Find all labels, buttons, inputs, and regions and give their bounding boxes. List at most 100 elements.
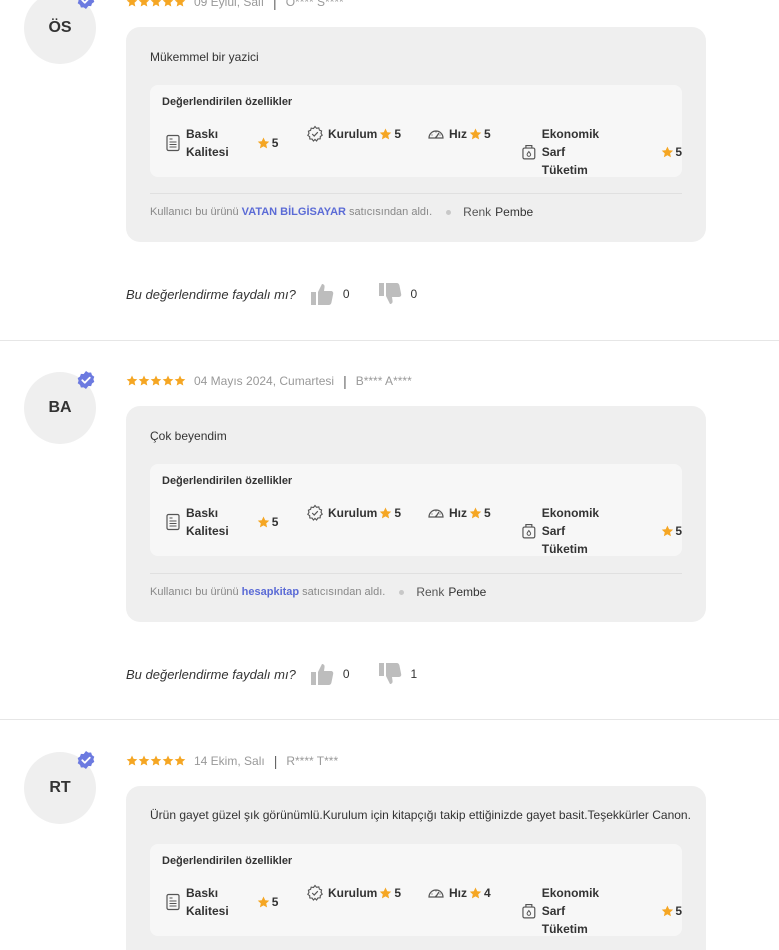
verified-badge-icon bbox=[77, 0, 95, 9]
seller-link[interactable]: VATAN BİLGİSAYAR bbox=[242, 206, 346, 218]
feature-setup: Kurulum 5 bbox=[306, 884, 401, 902]
star-icon bbox=[162, 0, 174, 7]
feature-score: 5 bbox=[675, 145, 683, 159]
star-icon bbox=[174, 375, 186, 386]
feature-print-quality: Baskı Kalitesi 5 bbox=[164, 125, 278, 161]
feature-score: 4 bbox=[484, 886, 491, 900]
review-divider bbox=[0, 719, 779, 720]
feature-speed: Hız 5 bbox=[427, 125, 491, 143]
feature-score: 5 bbox=[675, 904, 683, 918]
feature-speed: Hız 5 bbox=[427, 504, 491, 522]
like-count: 0 bbox=[342, 287, 350, 301]
ink-cartridge-icon bbox=[522, 145, 536, 160]
feature-score: 5 bbox=[271, 136, 279, 150]
helpful-section: Bu değerlendirme faydalı mı? 0 0 bbox=[126, 282, 445, 306]
gear-check-icon bbox=[307, 884, 323, 901]
rating-stars bbox=[126, 375, 186, 387]
seller-prefix: Kullanıcı bu ürünü bbox=[150, 586, 239, 598]
review-comment: Çok beyendim bbox=[150, 429, 227, 443]
rating-stars bbox=[126, 755, 186, 767]
helpful-section: Bu değerlendirme faydalı mı? 0 1 bbox=[126, 662, 445, 686]
feature-label: Tüketim bbox=[541, 163, 588, 177]
star-icon bbox=[174, 755, 186, 766]
speedometer-icon bbox=[428, 130, 444, 139]
feature-score: 5 bbox=[484, 506, 491, 520]
star-icon bbox=[138, 0, 150, 7]
review-item: RT 14 Ekim, Salı | R**** T*** Ürün gayet… bbox=[0, 751, 779, 950]
features-title: Değerlendirilen özellikler bbox=[162, 96, 293, 108]
star-icon bbox=[469, 507, 482, 518]
thumbs-down-icon[interactable] bbox=[378, 661, 404, 687]
meta-separator: | bbox=[343, 373, 347, 389]
thumbs-down-icon[interactable] bbox=[378, 281, 404, 307]
star-icon bbox=[138, 375, 150, 386]
feature-label: Hız bbox=[449, 127, 467, 141]
star-icon bbox=[257, 516, 269, 527]
review-meta: 04 Mayıs 2024, Cumartesi | B**** A**** bbox=[126, 373, 412, 389]
seller-prefix: Kullanıcı bu ürünü bbox=[150, 206, 239, 218]
verified-badge-icon bbox=[77, 371, 95, 389]
meta-separator: | bbox=[273, 753, 278, 769]
star-icon bbox=[257, 896, 269, 907]
avatar-initials: ÖS bbox=[48, 19, 72, 36]
feature-label: Baskı bbox=[186, 506, 219, 520]
star-icon bbox=[257, 137, 269, 148]
features-title: Değerlendirilen özellikler bbox=[162, 475, 293, 487]
star-icon bbox=[661, 905, 673, 916]
feature-label: Ekonomik Sarf bbox=[541, 506, 600, 538]
star-icon bbox=[150, 0, 162, 7]
review-comment: Ürün gayet güzel şık görünümlü.Kurulum i… bbox=[150, 808, 691, 822]
document-icon bbox=[166, 134, 180, 152]
feature-score: 5 bbox=[271, 515, 279, 529]
star-icon bbox=[380, 887, 392, 898]
feature-economy: Ekonomik Sarf Tüketim 5 bbox=[520, 125, 682, 179]
star-icon bbox=[469, 128, 482, 139]
star-icon bbox=[469, 887, 482, 898]
feature-label: Kurulum bbox=[328, 506, 378, 520]
star-icon bbox=[126, 0, 138, 7]
seller-link[interactable]: hesapkitap bbox=[242, 586, 299, 598]
star-icon bbox=[126, 375, 138, 386]
review-date: 04 Mayıs 2024, Cumartesi bbox=[194, 374, 335, 388]
star-icon bbox=[380, 507, 392, 518]
star-icon bbox=[380, 128, 392, 139]
review-meta: 14 Ekim, Salı | R**** T*** bbox=[126, 753, 338, 769]
dot-separator bbox=[446, 209, 452, 215]
speedometer-icon bbox=[428, 509, 444, 518]
feature-label: Hız bbox=[449, 886, 467, 900]
feature-label: Kalitesi bbox=[186, 524, 229, 538]
seller-suffix: satıcısından aldı. bbox=[348, 206, 433, 218]
rated-features-panel: Değerlendirilen özellikler Baskı Kalitesi… bbox=[150, 464, 682, 556]
reviewer-name: B**** A**** bbox=[355, 374, 412, 388]
review-divider bbox=[0, 340, 779, 341]
seller-info: Kullanıcı bu ürünü VATAN BİLGİSAYAR satı… bbox=[150, 205, 533, 219]
feature-label: Ekonomik Sarf bbox=[541, 886, 600, 918]
dislike-count: 1 bbox=[410, 667, 418, 681]
feature-score: 5 bbox=[484, 127, 491, 141]
features-title: Değerlendirilen özellikler bbox=[162, 855, 293, 867]
feature-speed: Hız 4 bbox=[427, 884, 491, 902]
star-icon bbox=[150, 375, 162, 386]
speedometer-icon bbox=[428, 889, 444, 898]
review-date: 09 Eylül, Salı bbox=[194, 0, 265, 9]
verified-badge-icon bbox=[77, 751, 95, 769]
card-divider bbox=[150, 193, 682, 194]
thumbs-up-icon[interactable] bbox=[310, 281, 336, 307]
like-count: 0 bbox=[342, 667, 350, 681]
review-item: ÖS 09 Eylül, Salı | Ö**** S**** Mükemmel… bbox=[0, 0, 779, 340]
thumbs-up-icon[interactable] bbox=[310, 661, 336, 687]
review-date: 14 Ekim, Salı bbox=[194, 754, 265, 768]
meta-separator: | bbox=[273, 0, 277, 10]
feature-score: 5 bbox=[394, 886, 402, 900]
review-card: Çok beyendim Değerlendirilen özellikler … bbox=[126, 406, 706, 622]
feature-score: 5 bbox=[271, 895, 279, 909]
color-label: Renk bbox=[416, 585, 445, 599]
feature-label: Kurulum bbox=[328, 886, 378, 900]
star-icon bbox=[162, 375, 174, 386]
rated-features-panel: Değerlendirilen özellikler Baskı Kalitesi… bbox=[150, 844, 682, 936]
review-item: BA 04 Mayıs 2024, Cumartesi | B**** A***… bbox=[0, 371, 779, 720]
star-icon bbox=[126, 755, 138, 766]
feature-print-quality: Baskı Kalitesi 5 bbox=[164, 504, 278, 540]
dot-separator bbox=[399, 589, 405, 595]
feature-economy: Ekonomik Sarf Tüketim 5 bbox=[520, 504, 682, 558]
